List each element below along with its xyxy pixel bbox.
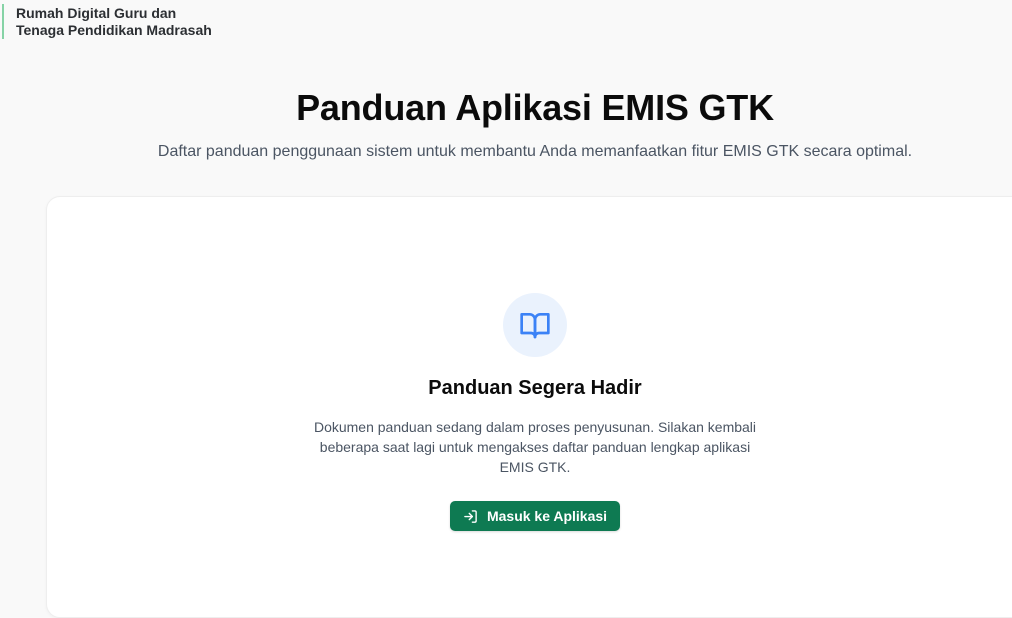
- brand-logo-text[interactable]: Rumah Digital Guru dan Tenaga Pendidikan…: [2, 4, 212, 39]
- log-in-icon: [463, 509, 478, 524]
- page-title: Panduan Aplikasi EMIS GTK: [296, 87, 774, 128]
- page-subtitle: Daftar panduan penggunaan sistem untuk m…: [157, 143, 913, 160]
- empty-state-description: Dokumen panduan sedang dalam proses peny…: [313, 419, 757, 475]
- empty-state: Panduan Segera Hadir Dokumen panduan sed…: [235, 293, 835, 531]
- login-app-button-label: Masuk ke Aplikasi: [486, 508, 608, 524]
- empty-state-title: Panduan Segera Hadir: [428, 377, 642, 399]
- brand-line-1: Rumah Digital Guru dan: [16, 4, 177, 21]
- book-open-icon: [520, 313, 550, 339]
- login-app-button[interactable]: Masuk ke Aplikasi: [449, 501, 621, 531]
- book-icon-circle: [503, 293, 567, 357]
- brand-line-2: Tenaga Pendidikan Madrasah: [16, 21, 212, 38]
